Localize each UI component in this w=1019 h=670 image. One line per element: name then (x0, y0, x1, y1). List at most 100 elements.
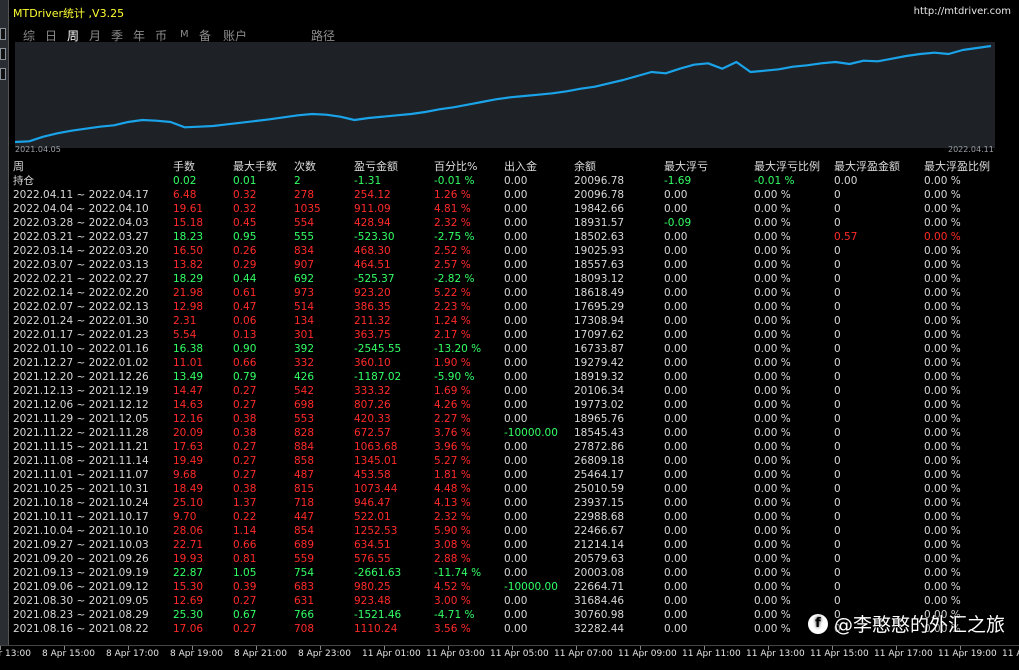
table-row[interactable]: 2022.03.21 ~ 2022.03.27 18.23 0.95 555 -523.… (13, 230, 1017, 244)
cell-max-float-loss: 0.00 (664, 455, 688, 467)
cell-count: 134 (294, 315, 315, 327)
cell-profit: 923.48 (354, 595, 391, 607)
table-row[interactable]: 2021.10.11 ~ 2021.10.17 9.70 0.22 447 522.01… (13, 510, 1017, 524)
cell-deposit: 0.00 (504, 175, 528, 187)
stats-panel: MTDriver统计 ,V3.25 http://mtdriver.com 综 … (8, 0, 1019, 645)
cell-percent: 2.57 % (434, 259, 471, 271)
table-row[interactable]: 2021.09.13 ~ 2021.09.19 22.87 1.05 754 -2661… (13, 566, 1017, 580)
cell-deposit: 0.00 (504, 301, 528, 313)
cell-max-float-profit-pct: 0.00 % (924, 595, 961, 607)
cell-profit: 672.57 (354, 427, 391, 439)
cell-max-float-profit-pct: 0.00 % (924, 189, 961, 201)
time-axis-label: 8 Apr 21:00 (234, 649, 287, 659)
table-row[interactable]: 2021.11.01 ~ 2021.11.07 9.68 0.27 487 453.58… (13, 468, 1017, 482)
table-row[interactable]: 2022.03.28 ~ 2022.04.03 15.18 0.45 554 428.9… (13, 216, 1017, 230)
cell-week: 2022.03.14 ~ 2022.03.20 (13, 245, 149, 257)
cell-max-float-loss-pct: 0.00 % (754, 441, 791, 453)
toolbar-square-icon[interactable] (0, 68, 6, 80)
cell-percent: 2.17 % (434, 329, 471, 341)
cell-max-float-loss: -0.09 (664, 217, 692, 229)
cell-percent: 1.90 % (434, 357, 471, 369)
equity-chart (15, 42, 995, 148)
cell-profit: -1187.02 (354, 371, 402, 383)
cell-percent: 2.23 % (434, 301, 471, 313)
header-deposit: 出入金 (504, 160, 537, 173)
cell-lots: 20.09 (173, 427, 204, 439)
cell-max-float-loss: 0.00 (664, 259, 688, 271)
table-row[interactable]: 2021.09.06 ~ 2021.09.12 15.30 0.39 683 980.2… (13, 580, 1017, 594)
table-row[interactable]: 2021.08.30 ~ 2021.09.05 12.69 0.27 631 923.4… (13, 594, 1017, 608)
cell-profit: 464.51 (354, 259, 391, 271)
site-url-link[interactable]: http://mtdriver.com (914, 6, 1011, 17)
cell-balance: 18931.57 (574, 217, 625, 229)
cell-percent: 1.69 % (434, 385, 471, 397)
table-row[interactable]: 2022.03.14 ~ 2022.03.20 16.50 0.26 834 468.3… (13, 244, 1017, 258)
table-row[interactable]: 2021.12.20 ~ 2021.12.26 13.49 0.79 426 -1187… (13, 370, 1017, 384)
cell-count: 815 (294, 483, 315, 495)
cell-max-float-profit-pct: 0.00 % (924, 245, 961, 257)
cell-count: 631 (294, 595, 315, 607)
cell-max-lots: 0.90 (233, 343, 257, 355)
cell-balance: 20579.63 (574, 553, 625, 565)
cell-max-lots: 0.27 (233, 623, 257, 635)
tab-magic[interactable]: M (180, 29, 189, 40)
toolbar-square-icon[interactable] (0, 48, 6, 60)
cell-max-float-profit-pct: 0.00 % (924, 441, 961, 453)
cell-balance: 18618.49 (574, 287, 625, 299)
cell-max-float-loss: 0.00 (664, 343, 688, 355)
cell-percent: 3.96 % (434, 441, 471, 453)
cell-week: 2021.08.16 ~ 2021.08.22 (13, 623, 149, 635)
cell-max-float-loss-pct: 0.00 % (754, 525, 791, 537)
table-row[interactable]: 持仓 0.02 0.01 2 -1.31 -0.01 % 0.00 20096.78 -1.69… (13, 174, 1017, 188)
cell-profit: -525.37 (354, 273, 395, 285)
cell-max-float-profit: 0 (834, 511, 841, 523)
table-row[interactable]: 2021.11.22 ~ 2021.11.28 20.09 0.38 828 672.5… (13, 426, 1017, 440)
table-row[interactable]: 2021.10.25 ~ 2021.10.31 18.49 0.38 815 1073.… (13, 482, 1017, 496)
table-row[interactable]: 2021.11.08 ~ 2021.11.14 19.49 0.27 858 1345.… (13, 454, 1017, 468)
table-row[interactable]: 2022.04.04 ~ 2022.04.10 19.61 0.32 1035 911.… (13, 202, 1017, 216)
table-row[interactable]: 2021.09.20 ~ 2021.09.26 19.93 0.81 559 576.5… (13, 552, 1017, 566)
table-row[interactable]: 2022.01.10 ~ 2022.01.16 16.38 0.90 392 -2545… (13, 342, 1017, 356)
table-row[interactable]: 2021.10.18 ~ 2021.10.24 25.10 1.37 718 946.4… (13, 496, 1017, 510)
cell-balance: 26809.18 (574, 455, 625, 467)
cell-lots: 22.87 (173, 567, 204, 579)
cell-max-float-loss: 0.00 (664, 567, 688, 579)
cell-balance: 17695.29 (574, 301, 625, 313)
table-row[interactable]: 2022.03.07 ~ 2022.03.13 13.82 0.29 907 464.5… (13, 258, 1017, 272)
table-row[interactable]: 2021.11.29 ~ 2021.12.05 12.16 0.38 553 420.3… (13, 412, 1017, 426)
cell-max-float-loss-pct: 0.00 % (754, 413, 791, 425)
cell-max-float-loss: 0.00 (664, 357, 688, 369)
table-row[interactable]: 2021.10.04 ~ 2021.10.10 28.06 1.14 854 1252.… (13, 524, 1017, 538)
header-percent: 百分比% (434, 160, 478, 173)
cell-max-float-profit: 0 (834, 385, 841, 397)
table-row[interactable]: 2022.04.11 ~ 2022.04.17 6.48 0.32 278 254.12… (13, 188, 1017, 202)
toolbar-square-icon[interactable] (0, 28, 6, 40)
cell-max-float-loss: 0.00 (664, 273, 688, 285)
table-row[interactable]: 2021.11.15 ~ 2021.11.21 17.63 0.27 884 1063.… (13, 440, 1017, 454)
cell-week: 持仓 (13, 175, 34, 187)
cell-max-float-loss-pct: 0.00 % (754, 273, 791, 285)
cell-max-lots: 0.22 (233, 511, 257, 523)
cell-max-float-loss-pct: 0.00 % (754, 259, 791, 271)
cell-max-float-profit-pct: 0.00 % (924, 217, 961, 229)
cell-lots: 12.16 (173, 413, 204, 425)
cell-lots: 17.06 (173, 623, 204, 635)
table-row[interactable]: 2022.02.07 ~ 2022.02.13 12.98 0.47 514 386.3… (13, 300, 1017, 314)
cell-lots: 19.93 (173, 553, 204, 565)
table-row[interactable]: 2022.01.24 ~ 2022.01.30 2.31 0.06 134 211.32… (13, 314, 1017, 328)
cell-max-float-loss: 0.00 (664, 427, 688, 439)
table-row[interactable]: 2021.12.13 ~ 2021.12.19 14.47 0.27 542 333.3… (13, 384, 1017, 398)
cell-max-float-profit: 0 (834, 497, 841, 509)
table-row[interactable]: 2021.09.27 ~ 2021.10.03 22.71 0.66 689 634.5… (13, 538, 1017, 552)
table-row[interactable]: 2021.12.06 ~ 2021.12.12 14.63 0.27 698 807.2… (13, 398, 1017, 412)
cell-max-float-loss-pct: 0.00 % (754, 623, 791, 635)
cell-max-float-loss: 0.00 (664, 287, 688, 299)
table-row[interactable]: 2021.12.27 ~ 2022.01.02 11.01 0.66 332 360.1… (13, 356, 1017, 370)
table-row[interactable]: 2022.01.17 ~ 2022.01.23 5.54 0.13 301 363.75… (13, 328, 1017, 342)
cell-balance: 25010.59 (574, 483, 625, 495)
cell-percent: 4.52 % (434, 581, 471, 593)
cell-percent: -2.75 % (434, 231, 475, 243)
table-row[interactable]: 2022.02.14 ~ 2022.02.20 21.98 0.61 973 923.2… (13, 286, 1017, 300)
cell-balance: 31684.46 (574, 595, 625, 607)
table-row[interactable]: 2022.02.21 ~ 2022.02.27 18.29 0.44 692 -525.… (13, 272, 1017, 286)
